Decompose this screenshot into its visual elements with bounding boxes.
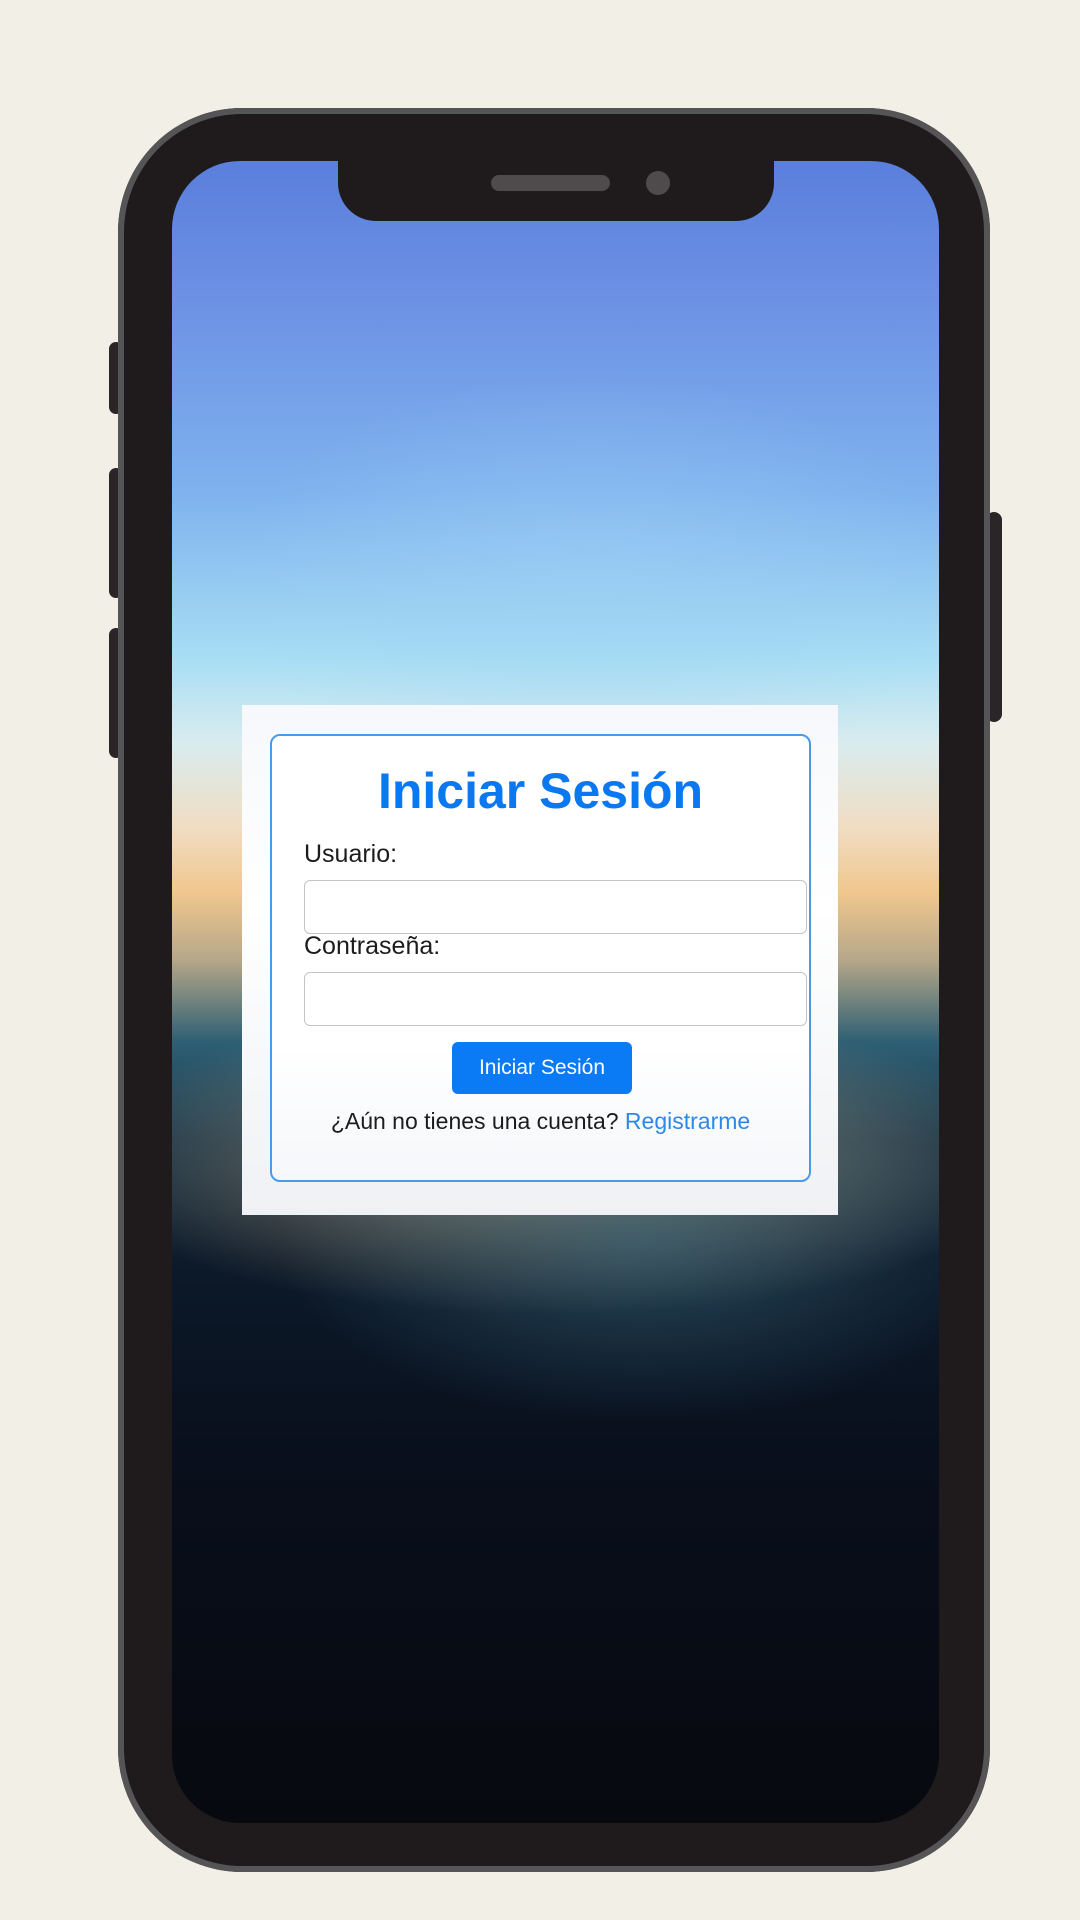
password-label: Contraseña: [304, 932, 441, 960]
front-camera-icon [646, 171, 670, 195]
register-link[interactable]: Registrarme [625, 1108, 750, 1134]
username-input[interactable] [304, 880, 807, 934]
login-button[interactable]: Iniciar Sesión [452, 1042, 632, 1094]
speaker-grille [491, 175, 610, 191]
phone-notch [338, 161, 774, 221]
login-form: Iniciar Sesión Usuario: Contraseña: Inic… [270, 734, 811, 1182]
login-title: Iniciar Sesión [377, 763, 704, 819]
page: Iniciar Sesión Usuario: Contraseña: Inic… [0, 0, 1080, 1920]
password-input[interactable] [304, 972, 807, 1026]
username-label: Usuario: [304, 840, 398, 868]
register-row: ¿Aún no tienes una cuenta? Registrarme [272, 1108, 809, 1135]
register-prompt: ¿Aún no tienes una cuenta? [330, 1108, 619, 1134]
